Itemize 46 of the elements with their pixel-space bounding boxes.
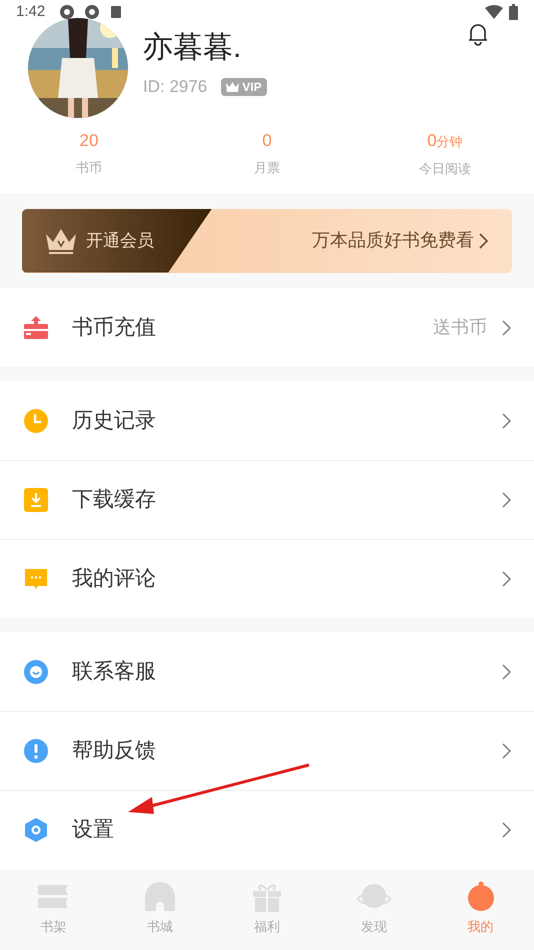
square-icon xyxy=(111,6,122,18)
chevron-right-icon xyxy=(501,664,511,680)
menu-item[interactable]: 历史记录 xyxy=(0,381,534,460)
settings-icon xyxy=(23,817,49,843)
menu-label: 我的评论 xyxy=(72,566,156,592)
menu-label: 设置 xyxy=(72,817,114,844)
smile-icon xyxy=(23,658,49,684)
stat-value: 20 xyxy=(80,130,98,152)
exclamation-icon xyxy=(23,738,49,764)
download-icon xyxy=(23,487,49,513)
banner-title: 开通会员 xyxy=(86,230,154,252)
chevron-right-icon xyxy=(501,320,511,336)
menu-item[interactable]: 联系客服 xyxy=(0,632,534,711)
menu-item[interactable]: 下载缓存 xyxy=(0,460,534,539)
user-name: 亦暮暮. xyxy=(143,30,242,66)
crown-icon xyxy=(226,82,240,92)
stat-value: 0分钟 xyxy=(427,130,463,152)
chevron-right-icon xyxy=(501,492,511,508)
wallet-icon xyxy=(23,314,49,340)
menu-label: 下载缓存 xyxy=(72,487,156,514)
battery-icon xyxy=(509,4,518,20)
clock-icon xyxy=(23,408,49,434)
aperture-icon xyxy=(59,4,76,20)
menu-label: 书币充值 xyxy=(72,314,156,341)
menu-label: 联系客服 xyxy=(72,658,156,685)
menu-item[interactable]: 我的评论 xyxy=(0,539,534,618)
chevron-right-icon xyxy=(501,571,511,587)
banner-text: 万本品质好书免费看 xyxy=(312,229,474,252)
menu-label: 历史记录 xyxy=(72,408,156,434)
arch-icon xyxy=(143,881,178,913)
bell-icon[interactable] xyxy=(467,22,489,46)
vip-badge: VIP xyxy=(221,78,267,96)
chevron-right-icon xyxy=(501,412,511,428)
chevron-right-icon xyxy=(478,232,488,248)
menu-item[interactable]: 帮助反馈 xyxy=(0,711,534,790)
menu-note: 送书币 xyxy=(433,316,487,339)
user-id: ID: 2976 xyxy=(143,76,208,98)
menu-item[interactable]: 书币充值 送书币 xyxy=(0,288,534,367)
vip-banner[interactable]: 开通会员 万本品质好书免费看 xyxy=(22,208,512,272)
stat-value: 0 xyxy=(262,130,272,152)
status-time: 1:42 xyxy=(16,2,46,22)
chevron-right-icon xyxy=(501,743,511,759)
chevron-right-icon xyxy=(501,822,511,838)
aperture-icon xyxy=(84,4,100,20)
wifi-icon xyxy=(485,5,503,19)
menu-label: 帮助反馈 xyxy=(72,738,156,764)
